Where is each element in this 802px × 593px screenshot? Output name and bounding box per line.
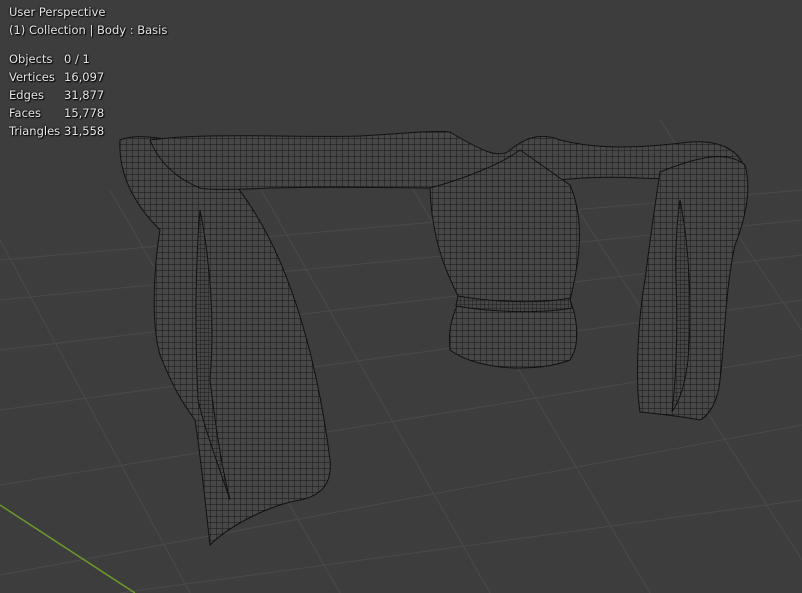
stat-row-vertices: Vertices 16,097 — [9, 68, 104, 86]
stats-overlay: Objects 0 / 1 Vertices 16,097 Edges 31,8… — [9, 50, 104, 140]
y-axis-line — [0, 504, 136, 593]
3d-viewport[interactable]: User Perspective (1) Collection | Body :… — [0, 0, 802, 593]
stat-value: 0 / 1 — [64, 52, 90, 66]
stat-label: Faces — [9, 106, 41, 120]
stat-value: 16,097 — [64, 70, 105, 84]
stat-row-objects: Objects 0 / 1 — [9, 50, 104, 68]
stat-value: 31,558 — [64, 124, 105, 138]
mesh-object — [119, 130, 749, 547]
stat-label: Edges — [9, 88, 44, 102]
stat-value: 31,877 — [64, 88, 105, 102]
stat-label: Objects — [9, 52, 53, 66]
viewport-scene[interactable] — [0, 0, 802, 593]
stat-row-triangles: Triangles 31,558 — [9, 122, 104, 140]
stat-row-edges: Edges 31,877 — [9, 86, 104, 104]
stat-label: Vertices — [9, 70, 55, 84]
arm-bar — [149, 130, 746, 190]
stat-row-faces: Faces 15,778 — [9, 104, 104, 122]
right-drape — [637, 156, 749, 421]
torso — [429, 149, 580, 369]
stat-value: 15,778 — [64, 106, 105, 120]
collection-label: (1) Collection | Body : Basis — [9, 23, 168, 37]
view-title: User Perspective — [9, 5, 106, 19]
stat-label: Triangles — [9, 124, 61, 138]
